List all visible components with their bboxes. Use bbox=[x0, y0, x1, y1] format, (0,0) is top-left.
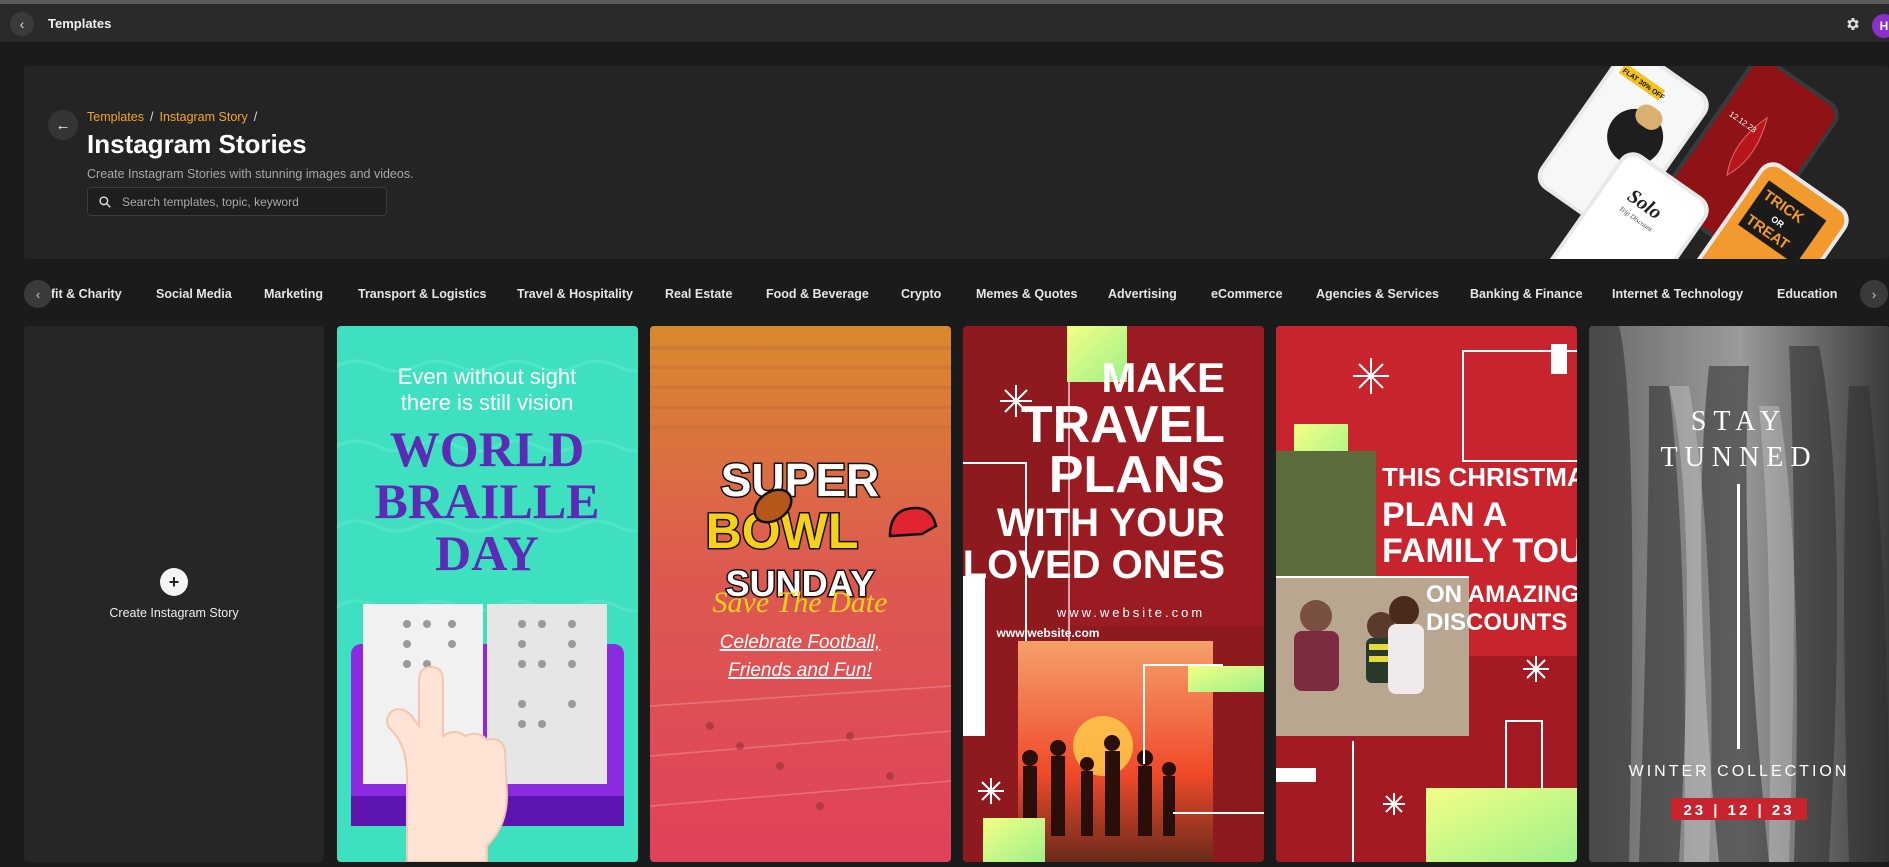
category-bar: Profit & Charity ‹ Social Media Marketin… bbox=[24, 278, 1889, 308]
travel-site2: www.website.com bbox=[996, 626, 1100, 640]
superbowl-script: Save The Date bbox=[713, 586, 888, 619]
back-button[interactable]: ‹ bbox=[10, 12, 34, 36]
category-internet-technology[interactable]: Internet & Technology bbox=[1612, 287, 1743, 301]
category-memes-quotes[interactable]: Memes & Quotes bbox=[976, 287, 1077, 301]
create-card-label: Create Instagram Story bbox=[109, 606, 239, 620]
page-subtitle: Create Instagram Stories with stunning i… bbox=[87, 167, 414, 181]
travel-template-art: MAKE TRAVEL PLANS WITH YOUR LOVED ONES w… bbox=[963, 326, 1264, 862]
braille-title1: WORLD bbox=[390, 421, 584, 477]
travel-title3: PLANS bbox=[1049, 446, 1225, 504]
winter-title1: STAY bbox=[1691, 406, 1787, 437]
christmas-template-art: THIS CHRISTMAS PLAN A FAMILY TOUR ON AMA… bbox=[1276, 326, 1577, 862]
superbowl-template-art: SUPER BOWL SUNDAY Save The Date Celebrat… bbox=[650, 326, 951, 862]
christmas-title5: DISCOUNTS bbox=[1426, 609, 1567, 636]
christmas-title3: FAMILY TOUR bbox=[1382, 532, 1577, 570]
breadcrumb-trailing-separator: / bbox=[253, 110, 258, 124]
superbowl-title1: SUPER bbox=[721, 454, 879, 506]
template-card-superbowl[interactable]: SUPER BOWL SUNDAY Save The Date Celebrat… bbox=[650, 326, 951, 862]
gear-icon[interactable] bbox=[1845, 16, 1861, 32]
search-box[interactable] bbox=[87, 187, 387, 216]
category-prev-button[interactable]: ‹ bbox=[24, 280, 52, 308]
breadcrumb-templates[interactable]: Templates bbox=[87, 110, 144, 124]
winter-title2: TUNNED bbox=[1660, 442, 1817, 473]
braille-line2: there is still vision bbox=[401, 390, 573, 415]
braille-title3: DAY bbox=[435, 525, 539, 581]
search-input[interactable] bbox=[122, 194, 372, 209]
breadcrumb: Templates / Instagram Story / bbox=[87, 110, 258, 124]
superbowl-sub1: Celebrate Football, bbox=[720, 632, 881, 653]
category-banking-finance[interactable]: Banking & Finance bbox=[1470, 287, 1583, 301]
template-card-winter[interactable]: STAY TUNNED WINTER COLLECTION 23 | 12 | … bbox=[1589, 326, 1889, 862]
template-card-christmas[interactable]: THIS CHRISTMAS PLAN A FAMILY TOUR ON AMA… bbox=[1276, 326, 1577, 862]
category-social-media[interactable]: Social Media bbox=[156, 287, 232, 301]
superbowl-sub2: Friends and Fun! bbox=[728, 660, 872, 681]
christmas-title1: THIS CHRISTMAS bbox=[1382, 462, 1577, 492]
category-travel-hospitality[interactable]: Travel & Hospitality bbox=[517, 287, 633, 301]
category-marketing[interactable]: Marketing bbox=[264, 287, 323, 301]
travel-site1: www.website.com bbox=[1056, 605, 1205, 620]
category-crypto[interactable]: Crypto bbox=[901, 287, 941, 301]
winter-title3: WINTER COLLECTION bbox=[1629, 763, 1850, 780]
travel-title4: WITH YOUR bbox=[997, 501, 1225, 545]
christmas-title2: PLAN A bbox=[1382, 496, 1507, 534]
top-bar: ‹ Templates H bbox=[0, 4, 1889, 42]
category-next-button[interactable]: › bbox=[1860, 280, 1888, 308]
category-real-estate[interactable]: Real Estate bbox=[665, 287, 732, 301]
breadcrumb-instagram-story[interactable]: Instagram Story bbox=[159, 110, 247, 124]
hero-back-button[interactable]: ← bbox=[48, 110, 78, 140]
hero-phone-mockups: FLAT 30% OFF 12.12.23 Solo Trip Discount… bbox=[1537, 66, 1849, 259]
category-food-beverage[interactable]: Food & Beverage bbox=[766, 287, 869, 301]
arrow-left-icon: ← bbox=[55, 116, 71, 134]
plus-icon: + bbox=[160, 568, 188, 596]
category-agencies-services[interactable]: Agencies & Services bbox=[1316, 287, 1439, 301]
create-instagram-story-card[interactable]: + Create Instagram Story bbox=[24, 326, 324, 862]
winter-template-art: STAY TUNNED WINTER COLLECTION 23 | 12 | … bbox=[1589, 326, 1889, 862]
category-education[interactable]: Education bbox=[1777, 287, 1837, 301]
page-title: Instagram Stories bbox=[87, 129, 307, 159]
category-advertising[interactable]: Advertising bbox=[1108, 287, 1177, 301]
user-avatar[interactable]: H bbox=[1872, 14, 1889, 38]
search-icon bbox=[99, 195, 111, 208]
category-ecommerce[interactable]: eCommerce bbox=[1211, 287, 1283, 301]
travel-title5: LOVED ONES bbox=[963, 543, 1225, 587]
template-card-braille[interactable]: Even without sight there is still vision… bbox=[337, 326, 638, 862]
winter-date: 23 | 12 | 23 bbox=[1683, 802, 1794, 819]
chevron-left-icon: ‹ bbox=[19, 16, 25, 32]
category-transport-logistics[interactable]: Transport & Logistics bbox=[358, 287, 487, 301]
travel-title1: MAKE bbox=[1101, 354, 1225, 401]
braille-template-art: Even without sight there is still vision… bbox=[337, 326, 638, 862]
template-card-travel[interactable]: MAKE TRAVEL PLANS WITH YOUR LOVED ONES w… bbox=[963, 326, 1264, 862]
hero-banner: ← Templates / Instagram Story / Instagram S… bbox=[24, 66, 1889, 259]
braille-line1: Even without sight bbox=[398, 364, 577, 389]
braille-title2: BRAILLE bbox=[374, 473, 599, 529]
chevron-right-icon: › bbox=[1871, 286, 1877, 302]
app-title: Templates bbox=[48, 16, 112, 31]
christmas-title4: ON AMAZING bbox=[1426, 581, 1577, 608]
chevron-left-icon: ‹ bbox=[35, 286, 41, 302]
